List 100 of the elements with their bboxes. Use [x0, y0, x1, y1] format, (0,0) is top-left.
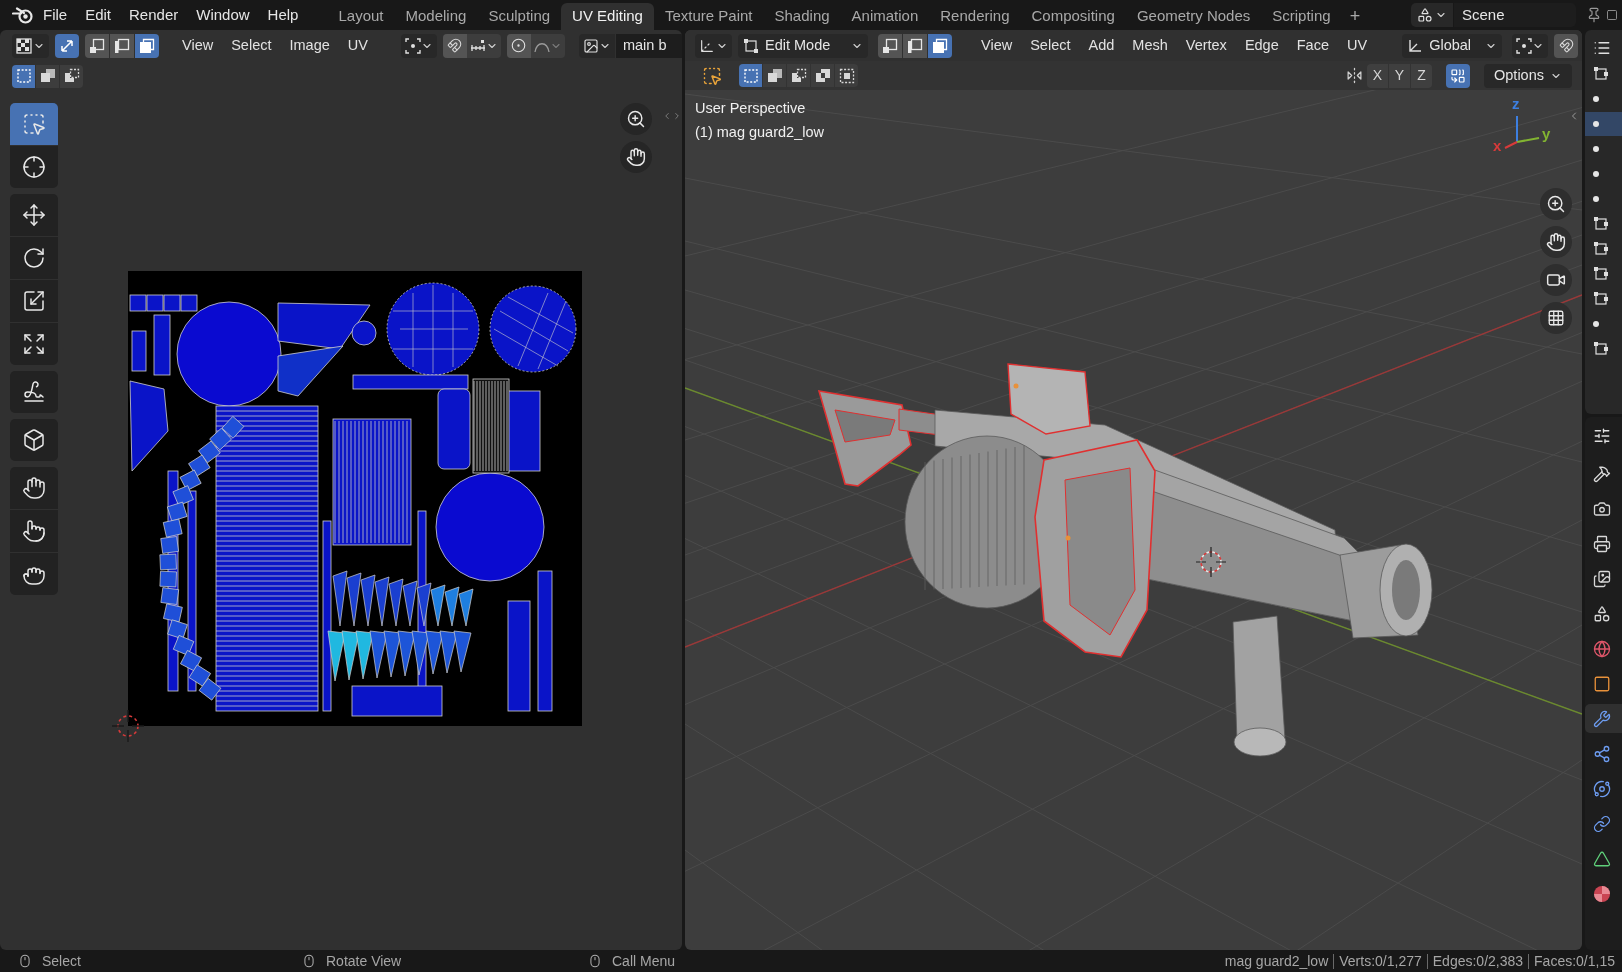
proportional-toggle[interactable] — [506, 33, 531, 58]
pivot-dropdown[interactable] — [400, 33, 437, 58]
menu-item[interactable]: Help — [258, 3, 308, 27]
modifiers-tab[interactable] — [1585, 704, 1622, 733]
sync-arrows-icon — [59, 37, 75, 54]
editor-type-button[interactable] — [695, 33, 732, 58]
menu-item[interactable]: View — [972, 33, 1022, 58]
menu-item[interactable]: Mesh — [1123, 33, 1177, 58]
options-dropdown[interactable]: Options — [1484, 63, 1572, 88]
ruler-ticks-icon — [469, 37, 486, 54]
extend-selection-button[interactable] — [763, 64, 786, 87]
snap-toggle[interactable] — [442, 33, 467, 58]
dot-icon — [1593, 171, 1599, 177]
dot-icon — [1593, 146, 1599, 152]
rip-tool[interactable] — [10, 419, 58, 461]
editor-type-button[interactable] — [12, 33, 49, 58]
workspace-tab[interactable]: Compositing — [1020, 3, 1126, 30]
move-arrows-icon — [22, 203, 46, 227]
merge-toggle-button[interactable] — [1446, 63, 1470, 88]
mode-dropdown[interactable]: Edit Mode — [738, 33, 868, 58]
orientation-dropdown[interactable]: Global — [1402, 33, 1503, 58]
dashed-square-icon — [15, 68, 32, 84]
menu-item[interactable]: UV — [1338, 33, 1377, 58]
add-workspace-button[interactable]: + — [1341, 3, 1369, 30]
cursor-tool[interactable] — [10, 146, 58, 188]
vertex-select-button[interactable] — [85, 33, 109, 58]
zoom-button[interactable] — [1540, 188, 1572, 220]
workspace-tab[interactable]: Layout — [327, 3, 395, 30]
move-tool[interactable] — [10, 194, 58, 236]
perspective-toggle[interactable] — [1540, 302, 1572, 334]
workspace-tab[interactable]: Scripting — [1261, 3, 1342, 30]
menu-item[interactable]: UV — [338, 33, 377, 58]
mirror-axis-toggle[interactable]: X — [1367, 63, 1388, 88]
relax-tool[interactable] — [10, 510, 58, 552]
extend-selection-button[interactable] — [36, 64, 59, 88]
outliner-row[interactable] — [1585, 112, 1622, 136]
camera-view-button[interactable] — [1540, 264, 1572, 296]
menu-item[interactable]: Select — [222, 33, 281, 58]
expand-arrows-icon — [22, 332, 46, 356]
menu-item[interactable]: Select — [1021, 33, 1080, 58]
menu-item[interactable]: Add — [1079, 33, 1124, 58]
scale-tool[interactable] — [10, 280, 58, 322]
menu-item[interactable]: Render — [120, 3, 188, 27]
rotate-tool[interactable] — [10, 237, 58, 279]
workspace-tab[interactable]: Animation — [840, 3, 930, 30]
nodes-icon — [1593, 744, 1611, 763]
menu-item[interactable]: View — [173, 33, 223, 58]
menu-item[interactable]: Window — [187, 3, 259, 27]
mirror-axis-toggle[interactable]: Y — [1389, 63, 1410, 88]
viewport-info-text: (1) mag guard2_low — [695, 122, 824, 142]
menu-item[interactable]: Image — [280, 33, 339, 58]
pinch-tool[interactable] — [10, 553, 58, 595]
edge-select-button[interactable] — [110, 33, 134, 58]
pointer-box-icon — [702, 65, 722, 86]
target-icon — [511, 38, 527, 53]
link-icon — [1593, 814, 1611, 833]
invert-selection-button[interactable] — [811, 64, 834, 87]
axis-label: x — [1493, 138, 1502, 154]
hand-icon — [22, 476, 46, 500]
menu-item[interactable]: Face — [1287, 33, 1338, 58]
pivot-icon — [1516, 37, 1533, 54]
menu-item[interactable]: Edit — [76, 3, 121, 27]
menu-item[interactable]: Edge — [1235, 33, 1288, 58]
vertex-select-button[interactable] — [878, 33, 902, 58]
scene-browse-button[interactable] — [1411, 3, 1453, 27]
image-name-field[interactable]: main b — [615, 33, 682, 58]
zoom-button[interactable] — [620, 103, 652, 135]
pivot-dropdown[interactable] — [1512, 33, 1549, 58]
face-select-button[interactable] — [135, 33, 159, 58]
transform-tool[interactable] — [10, 323, 58, 365]
menu-item[interactable]: File — [34, 3, 77, 27]
rotate-icon — [22, 246, 46, 270]
face-select-button[interactable] — [928, 33, 952, 58]
workspace-tab[interactable]: UV Editing — [561, 3, 654, 30]
scene-name-field[interactable]: Scene — [1454, 3, 1576, 27]
image-browse-button[interactable] — [578, 33, 615, 58]
subtract-selection-button[interactable] — [60, 64, 83, 88]
vertex-square-icon — [1593, 266, 1609, 282]
combine-icon — [1450, 67, 1466, 84]
signature-icon — [22, 380, 46, 404]
workspace-tab[interactable]: Rendering — [929, 3, 1021, 30]
workspace-tab[interactable]: Sculpting — [477, 3, 562, 30]
pan-button[interactable] — [620, 141, 652, 173]
pan-button[interactable] — [1540, 226, 1572, 258]
workspace-tab[interactable]: Modeling — [394, 3, 478, 30]
mirror-axis-toggle[interactable]: Z — [1411, 63, 1432, 88]
subtract-selection-button[interactable] — [787, 64, 810, 87]
workspace-tab[interactable]: Geometry Nodes — [1125, 3, 1262, 30]
annotate-tool[interactable] — [10, 371, 58, 413]
menu-item[interactable]: Vertex — [1176, 33, 1236, 58]
workspace-tab[interactable]: Shading — [763, 3, 841, 30]
grab-tool[interactable] — [10, 467, 58, 509]
app-logo-icon[interactable] — [12, 6, 34, 24]
intersect-selection-button[interactable] — [835, 64, 858, 87]
workspace-tab[interactable]: Texture Paint — [653, 3, 764, 30]
snap-toggle[interactable] — [1554, 33, 1579, 58]
new-selection-button[interactable] — [12, 64, 35, 88]
wrench-icon — [1593, 709, 1611, 728]
uv-sync-toggle[interactable] — [55, 33, 79, 58]
edge-select-button[interactable] — [903, 33, 927, 58]
